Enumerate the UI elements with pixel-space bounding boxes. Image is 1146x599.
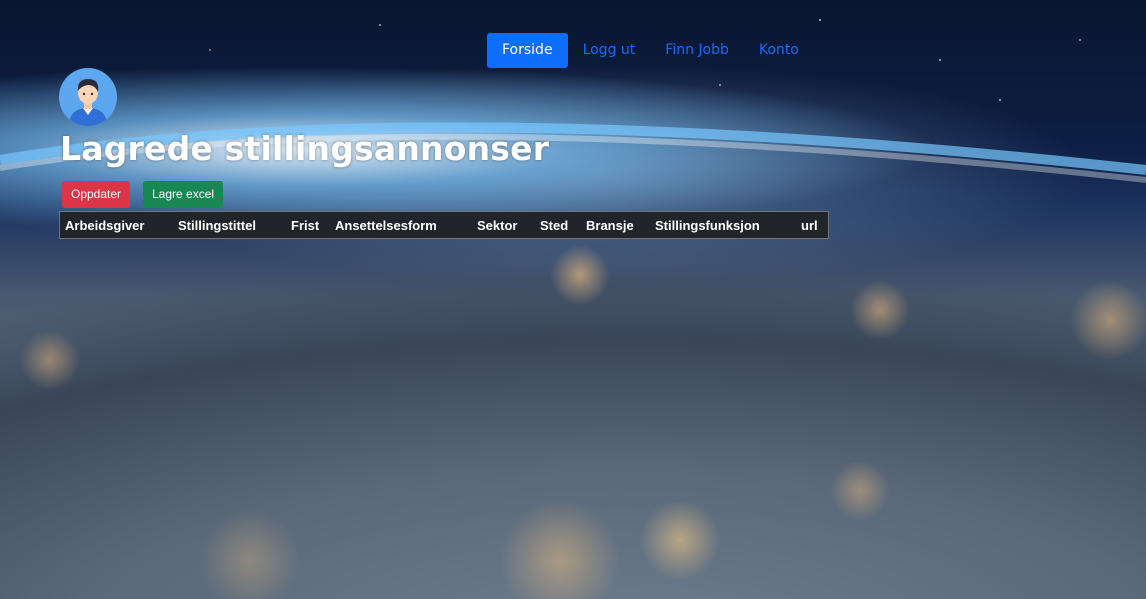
column-header-bransje: Bransje (586, 217, 634, 233)
column-header-stillingstittel: Stillingstittel (178, 217, 256, 233)
table-header-row: Arbeidsgiver Stillingstittel Frist Anset… (60, 212, 826, 238)
nav-item-konto[interactable]: Konto (744, 33, 814, 68)
city-lights-overlay (0, 0, 1146, 599)
top-navigation: Forside Logg ut Finn Jobb Konto (487, 33, 814, 68)
column-header-frist: Frist (291, 217, 320, 233)
avatar-illustration (59, 68, 117, 126)
page-title: Lagrede stillingsannonser (60, 129, 550, 168)
save-excel-button[interactable]: Lagre excel (143, 181, 224, 208)
nav-item-forside[interactable]: Forside (487, 33, 568, 68)
column-header-sted: Sted (540, 217, 569, 233)
column-header-sektor: Sektor (477, 217, 518, 233)
update-button[interactable]: Oppdater (62, 181, 131, 208)
user-avatar-icon[interactable] (59, 68, 117, 126)
column-header-url: url (801, 217, 818, 233)
saved-jobs-table: Arbeidsgiver Stillingstittel Frist Anset… (59, 211, 829, 239)
nav-item-finn-jobb[interactable]: Finn Jobb (650, 33, 744, 68)
column-header-arbeidsgiver: Arbeidsgiver (65, 217, 145, 233)
nav-item-logg-ut[interactable]: Logg ut (568, 33, 651, 68)
column-header-stillingsfunksjon: Stillingsfunksjon (655, 217, 760, 233)
column-header-ansettelsesform: Ansettelsesform (335, 217, 437, 233)
